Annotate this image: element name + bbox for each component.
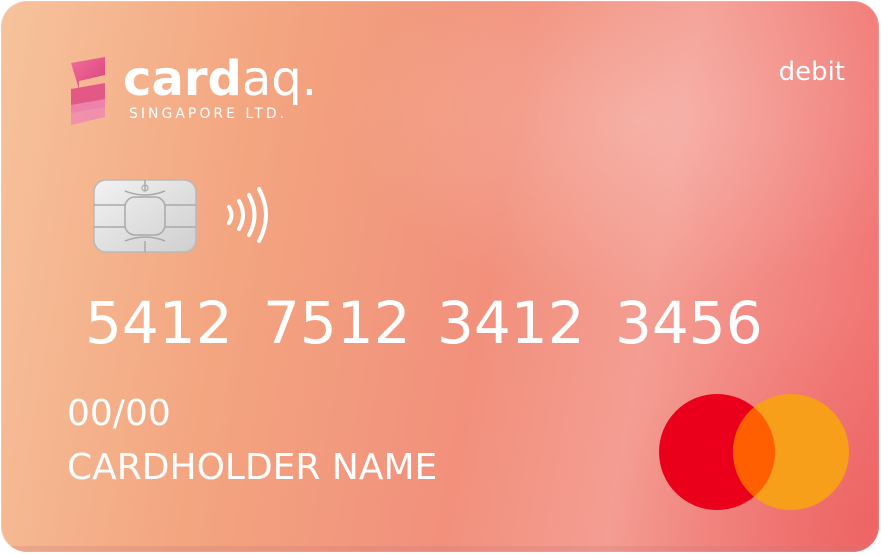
card-number: 5412 7512 3412 3456 <box>85 289 785 359</box>
brand-name: cardaq. <box>123 51 318 107</box>
card-number-group: 3456 <box>615 289 763 357</box>
card-number-group: 3412 <box>437 289 585 357</box>
cardholder-name: CARDHOLDER NAME <box>67 447 438 488</box>
debit-card: cardaq. SINGAPORE LTD. debit 5412 7512 3… <box>1 1 879 552</box>
cardaq-logo-icon <box>71 57 105 125</box>
card-number-group: 5412 <box>85 289 233 357</box>
brand-subtitle: SINGAPORE LTD. <box>129 106 288 122</box>
expiry-date: 00/00 <box>67 393 171 434</box>
card-number-group: 7512 <box>263 289 411 357</box>
mastercard-logo-icon <box>659 394 849 510</box>
emv-chip-icon <box>93 179 197 253</box>
contactless-icon <box>227 187 268 243</box>
card-type-label: debit <box>778 57 845 87</box>
